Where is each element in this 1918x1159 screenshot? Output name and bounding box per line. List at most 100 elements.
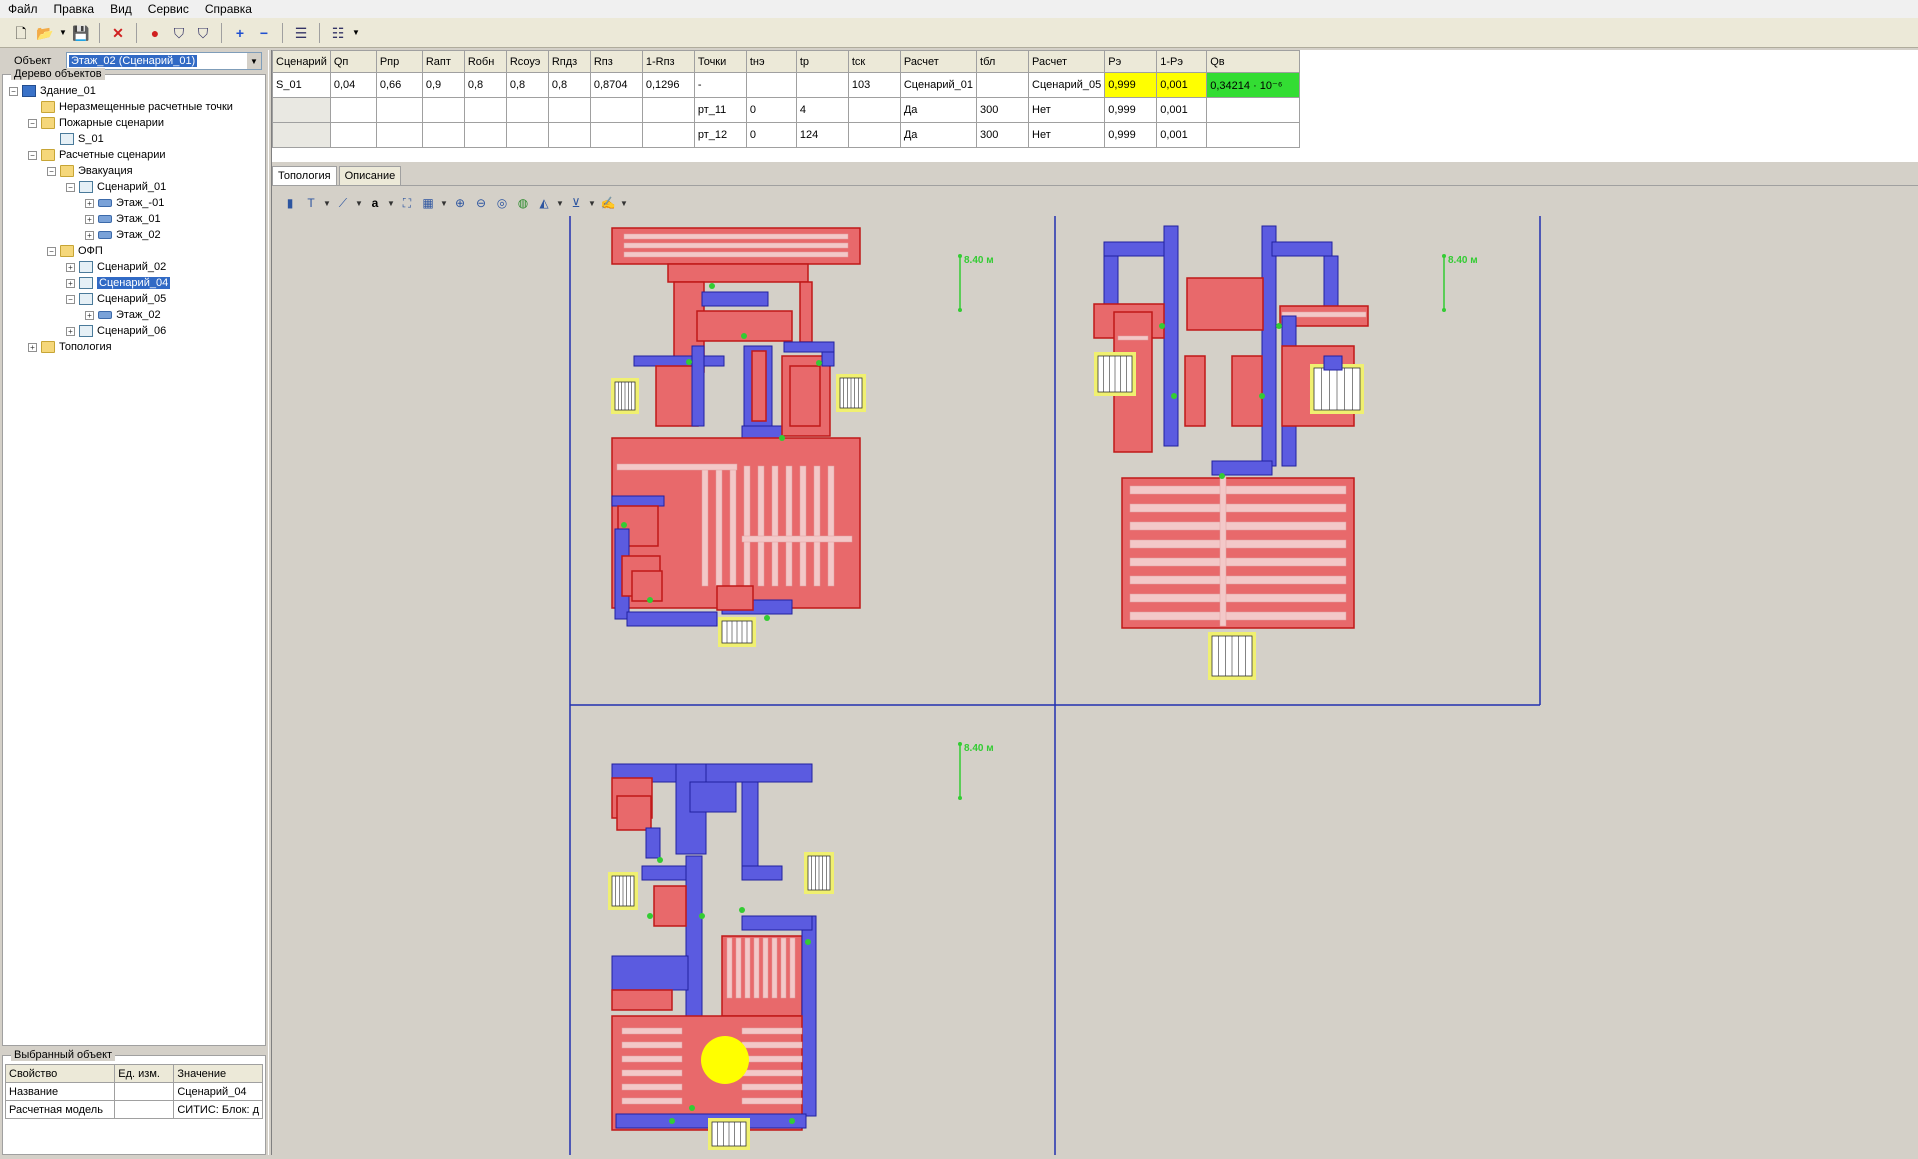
zoom-fit-icon[interactable]: ◎	[492, 193, 512, 213]
property-value[interactable]: СИТИС: Блок: д	[173, 1100, 263, 1119]
table-cell[interactable]: 0,34214 · 10⁻⁶	[1206, 72, 1301, 98]
table-cell[interactable]: 0,04	[329, 72, 377, 98]
table-cell[interactable]: 0,001	[1156, 122, 1208, 148]
column-header[interactable]: Rпдз	[547, 50, 591, 73]
table-cell[interactable]: 0,8	[463, 72, 507, 98]
table-cell[interactable]	[745, 72, 797, 98]
column-header[interactable]: Сценарий	[272, 50, 331, 73]
column-header[interactable]: tнэ	[745, 50, 797, 73]
expand-icon[interactable]: +	[85, 230, 94, 240]
table-cell[interactable]	[976, 72, 1030, 98]
property-row[interactable]: Расчетная модель СИТИС: Блок: д	[4, 1100, 263, 1119]
expand-icon[interactable]: +	[85, 214, 94, 224]
tree-node[interactable]: − Эвакуация	[5, 163, 263, 179]
column-header[interactable]: tбл	[976, 50, 1030, 73]
column-header[interactable]: Расчет	[1028, 50, 1106, 73]
table-cell[interactable]	[1206, 97, 1301, 123]
zoom-out-icon[interactable]: ⊖	[471, 193, 491, 213]
table-cell[interactable]: рт_11	[693, 97, 747, 123]
chevron-down-icon[interactable]: ▼	[439, 199, 449, 208]
chevron-down-icon[interactable]: ▼	[587, 199, 597, 208]
menu-edit[interactable]: Правка	[46, 0, 103, 18]
collapse-icon[interactable]: −	[9, 86, 18, 96]
table-cell[interactable]	[505, 122, 549, 148]
chevron-down-icon[interactable]: ▼	[386, 199, 396, 208]
tree-node[interactable]: + Сценарий_06	[5, 323, 263, 339]
grid-icon[interactable]: ▦	[418, 193, 438, 213]
table-cell[interactable]	[375, 97, 423, 123]
column-header[interactable]: Значение	[173, 1064, 263, 1083]
menu-view[interactable]: Вид	[102, 0, 140, 18]
tree-node[interactable]: Неразмещенные расчетные точки	[5, 99, 263, 115]
table-cell[interactable]	[847, 97, 901, 123]
column-header[interactable]: tр	[795, 50, 849, 73]
expand-icon[interactable]: +	[85, 198, 94, 208]
annotate-icon[interactable]: ✍	[598, 193, 618, 213]
column-header[interactable]: 1-Rпз	[641, 50, 695, 73]
chevron-down-icon[interactable]: ▼	[354, 199, 364, 208]
tree-node[interactable]: + Этаж_-01	[5, 195, 263, 211]
new-file-icon[interactable]: 🗋	[10, 22, 32, 44]
table-cell[interactable]	[329, 122, 377, 148]
table-cell[interactable]	[547, 122, 591, 148]
table-cell[interactable]	[641, 97, 695, 123]
axis-icon[interactable]: ⊻	[566, 193, 586, 213]
collapse-icon[interactable]: −	[28, 150, 37, 160]
table-cell[interactable]: Сценарий_01	[899, 72, 978, 98]
table-cell[interactable]	[795, 72, 849, 98]
table-row[interactable]: рт_11 0 4 Да 300 Нет 0,999 0,001	[272, 97, 1301, 123]
globe-icon[interactable]: ◍	[513, 193, 533, 213]
fire-point-icon[interactable]: ●	[144, 22, 166, 44]
table-cell[interactable]	[421, 122, 465, 148]
table-cell[interactable]: 0,8	[547, 72, 591, 98]
table-cell[interactable]: 0	[745, 122, 797, 148]
column-header[interactable]: Qп	[329, 50, 377, 73]
table-cell[interactable]: 4	[795, 97, 849, 123]
dropdown-arrow-icon[interactable]: ▼	[351, 22, 361, 44]
table-cell[interactable]	[272, 122, 331, 148]
sort-icon[interactable]: ☰	[290, 22, 312, 44]
column-header[interactable]: Точки	[693, 50, 747, 73]
table-cell[interactable]: 0,1296	[641, 72, 695, 98]
expand-icon[interactable]: +	[66, 326, 75, 336]
table-cell[interactable]: Нет	[1028, 97, 1106, 123]
collapse-icon[interactable]: −	[47, 246, 56, 256]
table-cell[interactable]	[589, 122, 643, 148]
table-cell[interactable]: 300	[976, 122, 1030, 148]
layers-icon[interactable]: ◭	[534, 193, 554, 213]
table-cell[interactable]	[272, 97, 331, 123]
save-icon[interactable]: 💾	[70, 22, 92, 44]
collapse-icon[interactable]: −	[66, 294, 75, 304]
dropdown-arrow-icon[interactable]: ▼	[58, 22, 68, 44]
tree-node[interactable]: − Здание_01	[5, 83, 263, 99]
menu-service[interactable]: Сервис	[140, 0, 197, 18]
column-header[interactable]: Pпр	[375, 50, 423, 73]
floor-plans-svg[interactable]: 8.40 м 8.40 м 8.40 м	[272, 216, 1918, 1155]
table-cell[interactable]	[547, 97, 591, 123]
tree-node[interactable]: S_01	[5, 131, 263, 147]
table-cell[interactable]: 103	[847, 72, 901, 98]
table-cell[interactable]	[421, 97, 465, 123]
table-cell[interactable]: 0,999	[1104, 122, 1158, 148]
tree-node[interactable]: + Сценарий_02	[5, 259, 263, 275]
tree-node[interactable]: − Расчетные сценарии	[5, 147, 263, 163]
chevron-down-icon[interactable]: ▼	[555, 199, 565, 208]
table-cell[interactable]: Нет	[1028, 122, 1106, 148]
expand-icon[interactable]: +	[85, 310, 94, 320]
table-cell[interactable]: рт_12	[693, 122, 747, 148]
column-header[interactable]: Qв	[1206, 50, 1301, 73]
scenario-icon[interactable]: ⛉	[168, 22, 190, 44]
table-cell[interactable]: 0,8704	[589, 72, 643, 98]
collapse-icon[interactable]: −	[66, 182, 75, 192]
line-icon[interactable]: ⟋	[333, 193, 353, 213]
collapse-icon[interactable]: −	[47, 166, 56, 176]
expand-icon[interactable]: +	[66, 262, 75, 272]
table-row[interactable]: S_01 0,04 0,66 0,9 0,8 0,8 0,8 0,8704 0,1296-103…	[272, 72, 1301, 98]
table-cell[interactable]: 300	[976, 97, 1030, 123]
add-icon[interactable]: +	[229, 22, 251, 44]
table-cell[interactable]: 0,999	[1104, 72, 1158, 98]
column-header[interactable]: Rапт	[421, 50, 465, 73]
column-header[interactable]: Ед. изм.	[114, 1064, 175, 1083]
column-header[interactable]: tск	[847, 50, 901, 73]
column-header[interactable]: Pэ	[1104, 50, 1158, 73]
